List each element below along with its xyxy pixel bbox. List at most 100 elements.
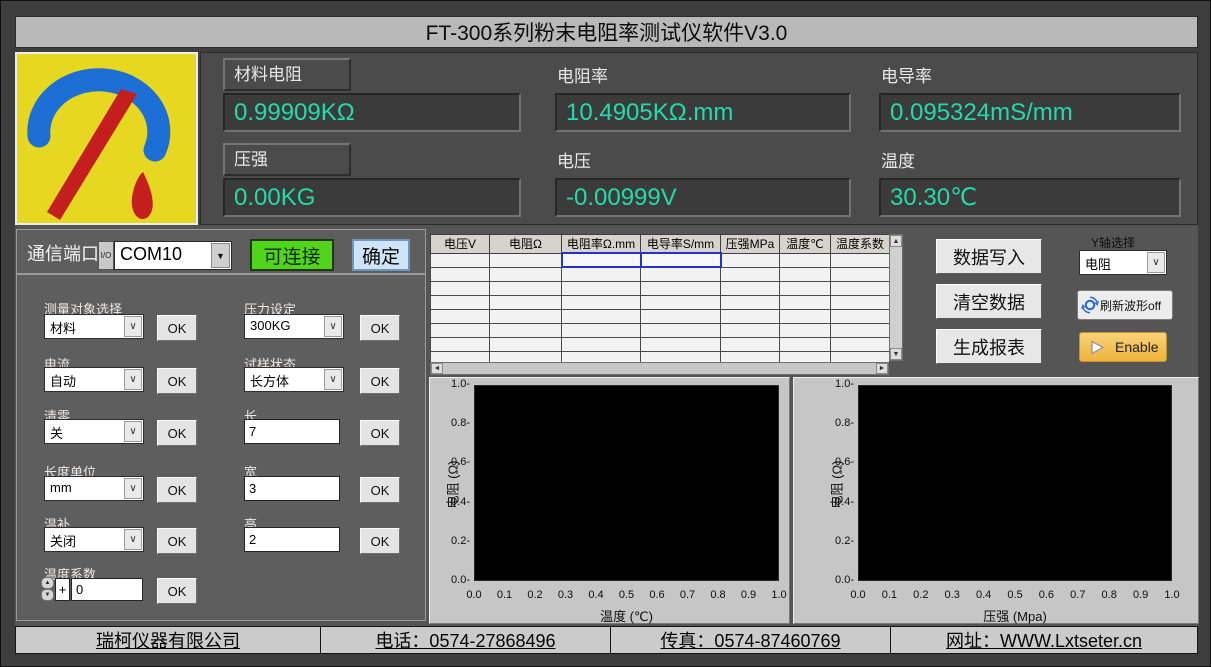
dropdown-zero-clear[interactable]: 关∨ (44, 419, 144, 444)
table-cell[interactable] (641, 295, 721, 309)
input-width[interactable] (244, 476, 340, 501)
table-cell[interactable] (721, 309, 780, 323)
ok-button-pressure-set[interactable]: OK (360, 315, 400, 341)
ok-button-sample-shape[interactable]: OK (360, 368, 400, 394)
connect-status-button[interactable]: 可连接 (250, 239, 334, 271)
table-cell[interactable] (641, 337, 721, 351)
table-cell[interactable] (431, 295, 490, 309)
table-cell[interactable] (431, 253, 490, 267)
table-cell[interactable] (490, 267, 562, 281)
chevron-down-icon[interactable]: ∨ (124, 529, 142, 550)
dropdown-length-unit[interactable]: mm∨ (44, 476, 144, 501)
table-cell[interactable] (431, 309, 490, 323)
ok-button-width[interactable]: OK (360, 477, 400, 503)
y-axis-select[interactable]: 电阻 ∨ (1079, 250, 1167, 275)
plot-area[interactable] (858, 385, 1172, 581)
table-cell[interactable] (431, 323, 490, 337)
table-cell[interactable] (562, 267, 641, 281)
table-cell[interactable] (490, 323, 562, 337)
chevron-down-icon[interactable]: ∨ (124, 421, 142, 442)
ok-button-temp-coeff[interactable]: OK (157, 578, 197, 604)
table-header-col2[interactable]: 电阻率Ω.mm (562, 235, 641, 254)
com-port-select[interactable]: COM10 ▼ (114, 241, 232, 270)
table-cell[interactable] (780, 253, 831, 267)
ok-button-length-unit[interactable]: OK (157, 477, 197, 503)
table-cell[interactable] (831, 309, 890, 323)
table-cell[interactable] (490, 281, 562, 295)
dropdown-measure-object[interactable]: 材料∨ (44, 314, 144, 339)
plot-area[interactable] (474, 385, 779, 581)
input-length[interactable] (244, 419, 340, 444)
input-height[interactable] (244, 527, 340, 552)
enable-button[interactable]: Enable (1079, 332, 1167, 362)
table-cell[interactable] (831, 337, 890, 351)
chevron-down-icon[interactable]: ∨ (1147, 252, 1165, 273)
table-header-col6[interactable]: 温度系数 (831, 235, 890, 254)
table-cell[interactable] (721, 281, 780, 295)
table-cell[interactable] (562, 295, 641, 309)
table-cell[interactable] (780, 337, 831, 351)
table-header-col5[interactable]: 温度℃ (780, 235, 831, 254)
dropdown-pressure-set[interactable]: 300KG∨ (244, 314, 344, 339)
input-temp-coeff[interactable] (71, 578, 143, 601)
table-cell[interactable] (831, 267, 890, 281)
table-cell[interactable] (780, 267, 831, 281)
ok-button-zero-clear[interactable]: OK (157, 420, 197, 446)
dropdown-arrow-icon[interactable]: ▼ (211, 243, 230, 268)
table-cell[interactable] (431, 267, 490, 281)
table-cell[interactable] (490, 309, 562, 323)
dropdown-temp-comp[interactable]: 关闭∨ (44, 527, 144, 552)
table-cell[interactable] (641, 253, 721, 267)
table-cell[interactable] (562, 323, 641, 337)
measurement-table[interactable]: 电压V电阻Ω电阻率Ω.mm电导率S/mm压强MPa温度℃温度系数 (430, 234, 890, 366)
dropdown-sample-shape[interactable]: 长方体∨ (244, 367, 344, 392)
confirm-button[interactable]: 确定 (352, 239, 410, 271)
table-cell[interactable] (641, 323, 721, 337)
table-cell[interactable] (721, 337, 780, 351)
table-vertical-scrollbar[interactable]: ▲ ▼ (889, 234, 903, 361)
table-cell[interactable] (831, 323, 890, 337)
scroll-right-icon[interactable]: ► (876, 363, 888, 374)
table-cell[interactable] (641, 281, 721, 295)
ok-button-current[interactable]: OK (157, 368, 197, 394)
ok-button-length[interactable]: OK (360, 420, 400, 446)
ok-button-height[interactable]: OK (360, 528, 400, 554)
table-header-col1[interactable]: 电阻Ω (490, 235, 562, 254)
spinner-down-icon[interactable]: ▼ (41, 589, 54, 601)
table-cell[interactable] (780, 281, 831, 295)
table-cell[interactable] (490, 295, 562, 309)
table-cell[interactable] (562, 337, 641, 351)
table-cell[interactable] (490, 253, 562, 267)
table-header-col3[interactable]: 电导率S/mm (641, 235, 721, 254)
table-header-col4[interactable]: 压强MPa (721, 235, 780, 254)
table-horizontal-scrollbar[interactable]: ◄ ► (430, 362, 889, 375)
ok-button-temp-comp[interactable]: OK (157, 528, 197, 554)
table-cell[interactable] (780, 323, 831, 337)
table-cell[interactable] (431, 337, 490, 351)
dropdown-current[interactable]: 自动∨ (44, 367, 144, 392)
write-data-button[interactable]: 数据写入 (936, 239, 1042, 274)
chevron-down-icon[interactable]: ∨ (324, 369, 342, 390)
spinner-up-icon[interactable]: ▲ (41, 577, 54, 589)
table-cell[interactable] (721, 267, 780, 281)
chevron-down-icon[interactable]: ∨ (124, 478, 142, 499)
scroll-left-icon[interactable]: ◄ (431, 363, 443, 374)
table-cell[interactable] (562, 309, 641, 323)
table-cell[interactable] (721, 323, 780, 337)
scroll-up-icon[interactable]: ▲ (890, 235, 902, 247)
table-cell[interactable] (641, 267, 721, 281)
table-cell[interactable] (780, 295, 831, 309)
table-cell[interactable] (562, 253, 641, 267)
table-cell[interactable] (562, 281, 641, 295)
refresh-waveform-button[interactable]: 刷新波形off (1077, 290, 1173, 320)
generate-report-button[interactable]: 生成报表 (936, 329, 1042, 364)
table-cell[interactable] (490, 337, 562, 351)
ok-button-measure-object[interactable]: OK (157, 315, 197, 341)
table-cell[interactable] (780, 309, 831, 323)
clear-data-button[interactable]: 清空数据 (936, 284, 1042, 319)
scroll-down-icon[interactable]: ▼ (890, 348, 902, 360)
chevron-down-icon[interactable]: ∨ (124, 369, 142, 390)
table-cell[interactable] (641, 309, 721, 323)
table-cell[interactable] (831, 281, 890, 295)
table-cell[interactable] (721, 295, 780, 309)
